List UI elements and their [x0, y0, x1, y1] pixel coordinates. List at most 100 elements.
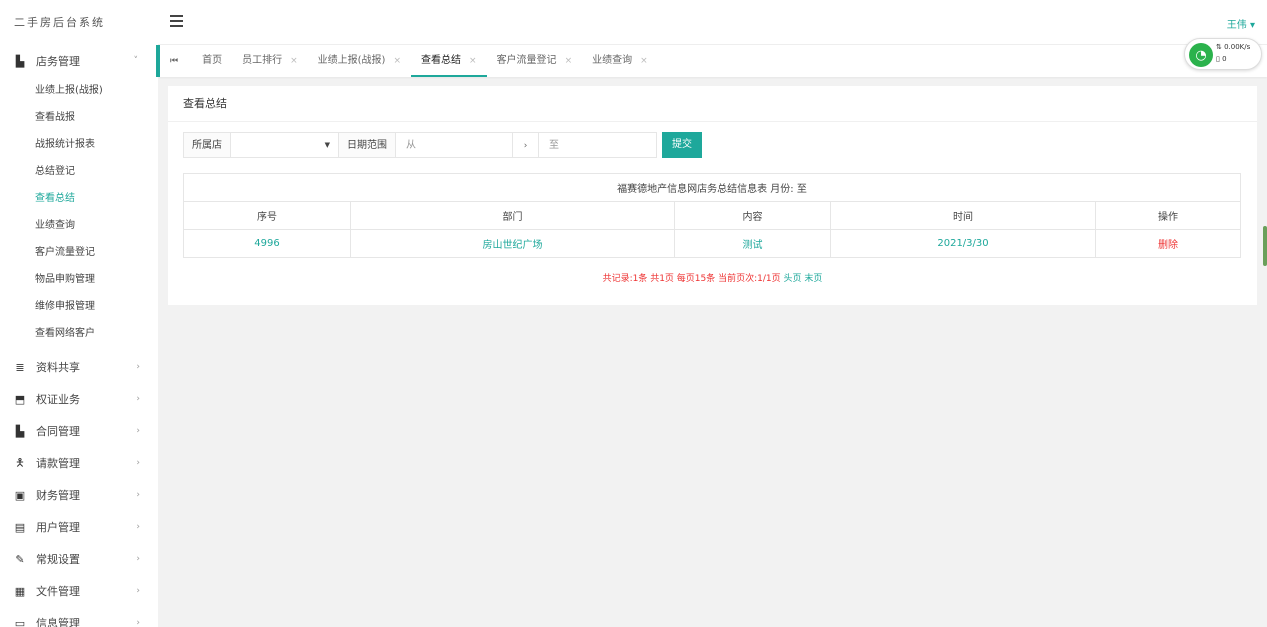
sidebar-item-view-report[interactable]: 查看战报: [0, 104, 158, 131]
user-card-icon: ▤: [14, 520, 26, 534]
menu-group-contract[interactable]: ▙ 合同管理 ›: [0, 415, 158, 447]
column-header: 部门: [350, 201, 675, 230]
tab-bar: ⏮ 首页 员工排行 × 业绩上报(战报) × 查看总结 × 客户流量登记 × 业绩查询 ×: [158, 45, 1267, 77]
close-icon[interactable]: ×: [469, 56, 477, 66]
store-label: 所属店: [183, 132, 231, 158]
column-header: 操作: [1095, 201, 1241, 230]
tab-customer-flow[interactable]: 客户流量登记 ×: [487, 45, 583, 77]
chevron-right-icon: ›: [136, 362, 140, 372]
top-bar: 王伟 ▾: [158, 0, 1267, 45]
filter-form: 所属店 ▼ 日期范围 从 › 至 提交: [183, 132, 702, 158]
date-to-input[interactable]: 至: [539, 132, 657, 158]
tab-employee-ranking[interactable]: 员工排行 ×: [232, 45, 308, 77]
column-header: 序号: [183, 201, 351, 230]
close-icon[interactable]: ×: [290, 56, 298, 66]
first-page-link[interactable]: 头页: [784, 274, 802, 284]
menu-group-label: 权证业务: [36, 393, 80, 406]
sidebar-item-summary-register[interactable]: 总结登记: [0, 158, 158, 185]
sidebar-item-report-stats[interactable]: 战报统计报表: [0, 131, 158, 158]
list-icon: ≣: [15, 360, 25, 374]
chevron-right-icon: ›: [136, 394, 140, 404]
table-header-row: 序号 部门 内容 时间 操作: [183, 201, 1241, 230]
menu-group-label: 合同管理: [36, 425, 80, 438]
cell-id: 4996: [183, 229, 351, 258]
menu-group-info[interactable]: ▭ 信息管理 ›: [0, 607, 158, 627]
menu-group-finance[interactable]: ▣ 财务管理 ›: [0, 479, 158, 511]
tab-label: 客户流量登记: [496, 55, 557, 66]
user-menu[interactable]: 王伟 ▾: [1227, 16, 1255, 31]
sidebar: 二手房后台系统 ▙ 店务管理 ˅ 业绩上报(战报) 查看战报 战报统计报表 总结…: [0, 0, 158, 627]
tab-label: 业绩上报(战报): [317, 55, 386, 66]
page-title: 查看总结: [168, 86, 1257, 122]
wifi-icon: ◔: [1189, 43, 1213, 67]
presentation-icon: ⬒: [14, 392, 26, 406]
tab-report[interactable]: 业绩上报(战报) ×: [308, 45, 411, 77]
chevron-right-icon: ›: [136, 618, 140, 627]
network-monitor-widget[interactable]: ◔ ⇅ 0.00K/s ▯ 0: [1184, 38, 1262, 70]
sidebar-item-view-summary[interactable]: 查看总结: [0, 185, 158, 212]
tab-scroll-left-icon[interactable]: ⏮: [170, 56, 178, 66]
tab-home[interactable]: 首页: [192, 45, 232, 77]
column-header: 时间: [830, 201, 1096, 230]
chevron-right-icon: ›: [136, 522, 140, 532]
menu-group-payment-request[interactable]: 🯅 请款管理 ›: [0, 447, 158, 479]
chart-icon: ▙: [15, 54, 25, 68]
close-icon[interactable]: ×: [565, 56, 573, 66]
menu-group-label: 用户管理: [36, 521, 80, 534]
menu-group-title-deed[interactable]: ⬒ 权证业务 ›: [0, 383, 158, 415]
chevron-right-icon: ›: [136, 426, 140, 436]
menu-group-label: 店务管理: [36, 55, 80, 68]
table-caption: 福赛德地产信息网店务总结信息表 月份: 至: [183, 173, 1241, 202]
menu-toggle-icon[interactable]: [170, 15, 183, 27]
cell-content[interactable]: 测试: [674, 229, 831, 258]
sidebar-item-performance-query[interactable]: 业绩查询: [0, 212, 158, 239]
last-page-link[interactable]: 末页: [804, 274, 822, 284]
tab-label: 员工排行: [242, 55, 283, 66]
chevron-down-icon: ˅: [133, 56, 139, 66]
app-title: 二手房后台系统: [14, 16, 105, 29]
wrench-icon: ✎: [15, 552, 25, 566]
menu-group-label: 信息管理: [36, 617, 80, 627]
store-select[interactable]: ▼: [231, 132, 339, 158]
caret-down-icon: ▼: [324, 141, 330, 149]
sidebar-item-customer-flow[interactable]: 客户流量登记: [0, 239, 158, 266]
table-row: 4996 房山世纪广场 测试 2021/3/30 删除: [183, 229, 1241, 258]
summary-panel: 查看总结 所属店 ▼ 日期范围 从 › 至 提交 福赛德地产信息网店务总结信息表…: [168, 86, 1257, 305]
menu-group-label: 文件管理: [36, 585, 80, 598]
chevron-right-icon: ›: [136, 554, 140, 564]
cell-dept[interactable]: 房山世纪广场: [350, 229, 675, 258]
summary-table: 福赛德地产信息网店务总结信息表 月份: 至 序号 部门 内容 时间 操作 499…: [183, 173, 1241, 258]
menu-group-label: 财务管理: [36, 489, 80, 502]
chevron-right-icon: ›: [513, 132, 539, 158]
tab-view-summary[interactable]: 查看总结 ×: [411, 45, 487, 77]
date-from-input[interactable]: 从: [396, 132, 513, 158]
network-count: ▯ 0: [1216, 55, 1227, 63]
menu-group-data-share[interactable]: ≣ 资料共享 ›: [0, 351, 158, 383]
pagination: 共记录:1条 共1页 每页15条 当前页次:1/1页 头页 末页: [168, 271, 1257, 284]
menu-group-settings[interactable]: ✎ 常规设置 ›: [0, 543, 158, 575]
chevron-right-icon: ›: [136, 458, 140, 468]
delete-link[interactable]: 删除: [1095, 229, 1241, 258]
close-icon[interactable]: ×: [640, 56, 648, 66]
menu-group-label: 资料共享: [36, 361, 80, 374]
sidebar-item-repair[interactable]: 维修申报管理: [0, 293, 158, 320]
scrollbar[interactable]: [1263, 226, 1267, 266]
tab-label: 业绩查询: [592, 55, 633, 66]
close-icon[interactable]: ×: [393, 56, 401, 66]
menu-group-files[interactable]: ▦ 文件管理 ›: [0, 575, 158, 607]
network-speed: ⇅ 0.00K/s: [1216, 43, 1251, 51]
menu-group-label: 请款管理: [36, 457, 80, 470]
chevron-right-icon: ›: [136, 586, 140, 596]
menu-group-store[interactable]: ▙ 店务管理 ˅: [0, 45, 158, 77]
pagination-summary: 共记录:1条 共1页 每页15条 当前页次:1/1页: [602, 274, 781, 284]
sidebar-item-report[interactable]: 业绩上报(战报): [0, 77, 158, 104]
finance-chart-icon: ▣: [14, 488, 26, 502]
submit-button[interactable]: 提交: [662, 132, 702, 158]
menu-group-users[interactable]: ▤ 用户管理 ›: [0, 511, 158, 543]
briefcase-icon: ▙: [15, 424, 25, 438]
date-range-label: 日期范围: [339, 132, 396, 158]
tab-label: 首页: [202, 55, 223, 66]
tab-performance-query[interactable]: 业绩查询 ×: [582, 45, 658, 77]
sidebar-item-online-customers[interactable]: 查看网络客户: [0, 320, 158, 347]
sidebar-item-purchase[interactable]: 物品申购管理: [0, 266, 158, 293]
